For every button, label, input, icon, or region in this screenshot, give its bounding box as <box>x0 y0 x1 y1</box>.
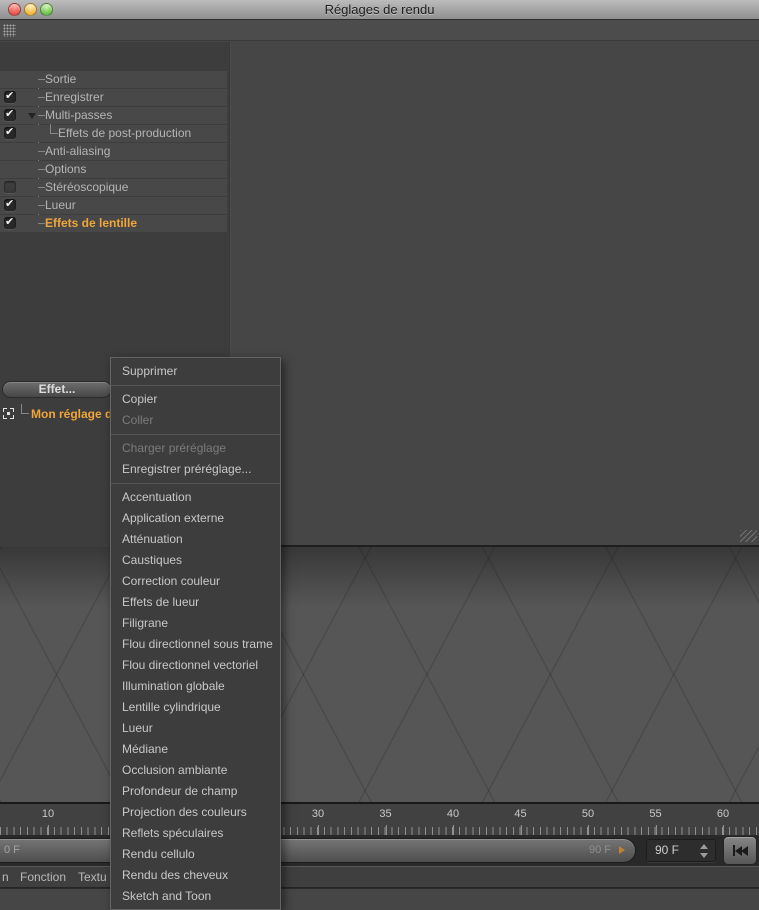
ruler-frame-30: 30 <box>312 808 324 820</box>
range-end-value: 90 F <box>589 839 611 862</box>
window-title: Réglages de rendu <box>0 0 759 20</box>
tree-item-label: Effets de lentille <box>45 215 137 232</box>
window-titlebar: Réglages de rendu <box>0 0 759 20</box>
tree-item-anti-aliasing[interactable]: Anti-aliasing <box>0 143 227 160</box>
go-to-start-button[interactable] <box>723 836 757 865</box>
menu-item-rendu-des-cheveux[interactable]: Rendu des cheveux <box>111 865 280 886</box>
tree-dash-line <box>38 169 45 170</box>
menu-separator <box>111 385 280 386</box>
preset-label: Mon réglage d <box>31 406 112 422</box>
expander-triangle-icon[interactable] <box>28 113 36 119</box>
menu-item-att-nuation[interactable]: Atténuation <box>111 529 280 550</box>
menubar-item-fonction[interactable]: Fonction <box>20 867 66 887</box>
menu-item-reflets-sp-culaires[interactable]: Reflets spéculaires <box>111 823 280 844</box>
menu-item-rendu-cellulo[interactable]: Rendu cellulo <box>111 844 280 865</box>
tree-dash-line <box>38 97 45 98</box>
tree-dash-line <box>38 187 45 188</box>
tree-dash-line <box>38 151 45 152</box>
tree-dash-line <box>38 205 45 206</box>
tree-item-st-r-oscopique[interactable]: Stéréoscopique <box>0 179 227 196</box>
ruler-frame-35: 35 <box>379 808 391 820</box>
ruler-frame-55: 55 <box>649 808 661 820</box>
screen: Réglages de rendu Moteur de rendu Rendu … <box>0 0 759 910</box>
tree-item-enregistrer[interactable]: Enregistrer <box>0 89 227 106</box>
stepper-arrows[interactable] <box>699 843 708 859</box>
menu-separator <box>111 434 280 435</box>
tree-elbow-line <box>21 404 29 414</box>
grip-dots-icon[interactable] <box>3 24 16 37</box>
menu-item-sketch-and-toon[interactable]: Sketch and Toon <box>111 886 280 907</box>
menu-item-illumination-globale[interactable]: Illumination globale <box>111 676 280 697</box>
tree-elbow-line <box>50 124 58 134</box>
tree-item-lueur[interactable]: Lueur <box>0 197 227 214</box>
tree-dash-line <box>38 79 45 80</box>
checked-checkbox[interactable] <box>4 91 16 103</box>
menu-item-correction-couleur[interactable]: Correction couleur <box>111 571 280 592</box>
frame-field-value: 90 F <box>655 840 679 861</box>
menu-item-coller: Coller <box>111 410 280 431</box>
effect-context-menu: SupprimerCopierCollerCharger préréglageE… <box>110 357 281 910</box>
menu-item-lueur[interactable]: Lueur <box>111 718 280 739</box>
tree-item-label: Options <box>45 161 86 178</box>
settings-tree: SortieEnregistrerMulti-passesEffets de p… <box>0 71 227 234</box>
toolbar-strip <box>0 20 759 41</box>
menu-item-flou-directionnel-vectoriel[interactable]: Flou directionnel vectoriel <box>111 655 280 676</box>
tree-item-label: Stéréoscopique <box>45 179 128 196</box>
render-preset-icon <box>3 408 14 419</box>
menu-item-enregistrer-pr-r-glage[interactable]: Enregistrer préréglage... <box>111 459 280 480</box>
checked-checkbox[interactable] <box>4 217 16 229</box>
unchecked-checkbox[interactable] <box>4 181 16 193</box>
ruler-frame-40: 40 <box>447 808 459 820</box>
range-end-arrow-icon[interactable] <box>619 846 625 854</box>
tree-item-label: Effets de post-production <box>58 125 191 142</box>
frame-field[interactable]: 90 F <box>646 839 716 862</box>
tree-dash-line <box>38 115 45 116</box>
menu-item-charger-pr-r-glage: Charger préréglage <box>111 438 280 459</box>
menu-item-lentille-cylindrique[interactable]: Lentille cylindrique <box>111 697 280 718</box>
ruler-frame-60: 60 <box>717 808 729 820</box>
tree-item-effets-de-post-production[interactable]: Effets de post-production <box>0 125 227 142</box>
checked-checkbox[interactable] <box>4 199 16 211</box>
menu-item-projection-des-couleurs[interactable]: Projection des couleurs <box>111 802 280 823</box>
checked-checkbox[interactable] <box>4 109 16 121</box>
menu-item-m-diane[interactable]: Médiane <box>111 739 280 760</box>
stepper-down-icon <box>700 853 708 858</box>
range-start-value: 0 F <box>4 839 20 862</box>
menu-separator <box>111 483 280 484</box>
menu-item-accentuation[interactable]: Accentuation <box>111 487 280 508</box>
ruler-frame-10: 10 <box>42 808 54 820</box>
menu-item-caustiques[interactable]: Caustiques <box>111 550 280 571</box>
menu-item-application-externe[interactable]: Application externe <box>111 508 280 529</box>
menubar-item-textu[interactable]: Textu <box>78 867 107 887</box>
ruler-frame-45: 45 <box>514 808 526 820</box>
menu-item-effets-de-lueur[interactable]: Effets de lueur <box>111 592 280 613</box>
checked-checkbox[interactable] <box>4 127 16 139</box>
menu-item-profondeur-de-champ[interactable]: Profondeur de champ <box>111 781 280 802</box>
stepper-up-icon <box>700 844 708 849</box>
ruler-frame-50: 50 <box>582 808 594 820</box>
menu-item-supprimer[interactable]: Supprimer <box>111 361 280 382</box>
menubar-item-n[interactable]: n <box>2 867 9 887</box>
menu-item-copier[interactable]: Copier <box>111 389 280 410</box>
tree-dash-line <box>38 223 45 224</box>
tree-item-label: Enregistrer <box>45 89 104 106</box>
tree-item-options[interactable]: Options <box>0 161 227 178</box>
tree-item-sortie[interactable]: Sortie <box>0 71 227 88</box>
tree-item-multi-passes[interactable]: Multi-passes <box>0 107 227 124</box>
effect-button[interactable]: Effet... <box>2 381 112 398</box>
tree-item-label: Lueur <box>45 197 76 214</box>
menu-item-filigrane[interactable]: Filigrane <box>111 613 280 634</box>
tree-item-label: Sortie <box>45 71 76 88</box>
menu-item-flou-directionnel-sous-trame[interactable]: Flou directionnel sous trame <box>111 634 280 655</box>
menu-item-occlusion-ambiante[interactable]: Occlusion ambiante <box>111 760 280 781</box>
window-resize-grip-icon[interactable] <box>740 530 757 542</box>
tree-item-label: Multi-passes <box>45 107 112 124</box>
tree-item-effets-de-lentille[interactable]: Effets de lentille <box>0 215 227 232</box>
tree-item-label: Anti-aliasing <box>45 143 110 160</box>
frame-range-slider[interactable]: 0 F 90 F <box>0 838 636 863</box>
